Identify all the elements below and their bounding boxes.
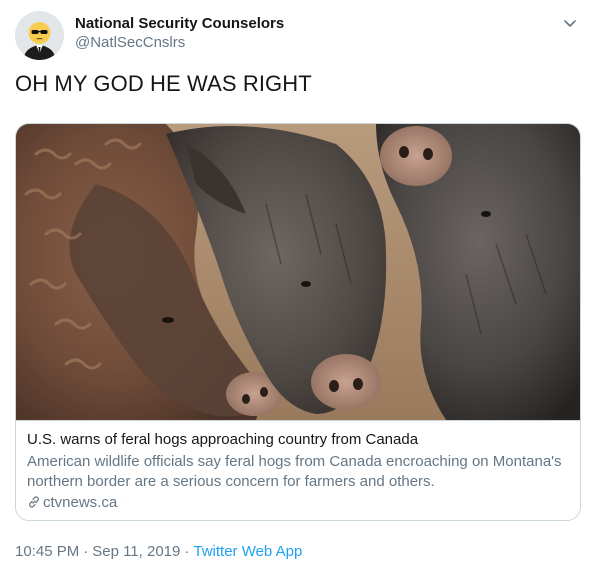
card-body[interactable]: U.S. warns of feral hogs approaching cou… xyxy=(27,430,572,515)
link-card[interactable]: U.S. warns of feral hogs approaching cou… xyxy=(15,123,581,521)
tweet-date[interactable]: Sep 11, 2019 xyxy=(92,543,180,560)
tweet-meta: 10:45 PM · Sep 11, 2019 · Twitter Web App xyxy=(15,542,302,562)
chevron-down-icon[interactable] xyxy=(561,14,579,32)
author-display-name[interactable]: National Security Counselors xyxy=(75,15,284,33)
card-description: American wildlife officials say feral ho… xyxy=(27,453,562,490)
meta-separator: · xyxy=(83,543,89,560)
card-domain[interactable]: ctvnews.ca xyxy=(27,493,572,515)
author-block: National Security Counselors @NatlSecCns… xyxy=(75,15,284,53)
feral-hogs-photo xyxy=(16,124,580,420)
author-handle[interactable]: @NatlSecCnslrs xyxy=(75,33,284,53)
tweet-text: OH MY GOD HE WAS RIGHT xyxy=(15,71,312,96)
card-domain-text[interactable]: ctvnews.ca xyxy=(43,494,117,511)
tweet: National Security Counselors @NatlSecCns… xyxy=(0,0,593,577)
card-image[interactable] xyxy=(16,124,580,421)
tweet-source[interactable]: Twitter Web App xyxy=(193,543,302,560)
card-title[interactable]: U.S. warns of feral hogs approaching cou… xyxy=(27,430,572,450)
avatar-image xyxy=(15,11,64,60)
meta-separator-2: · xyxy=(184,543,190,560)
avatar[interactable] xyxy=(15,11,64,60)
link-icon xyxy=(27,495,41,515)
tweet-time[interactable]: 10:45 PM xyxy=(15,543,79,560)
